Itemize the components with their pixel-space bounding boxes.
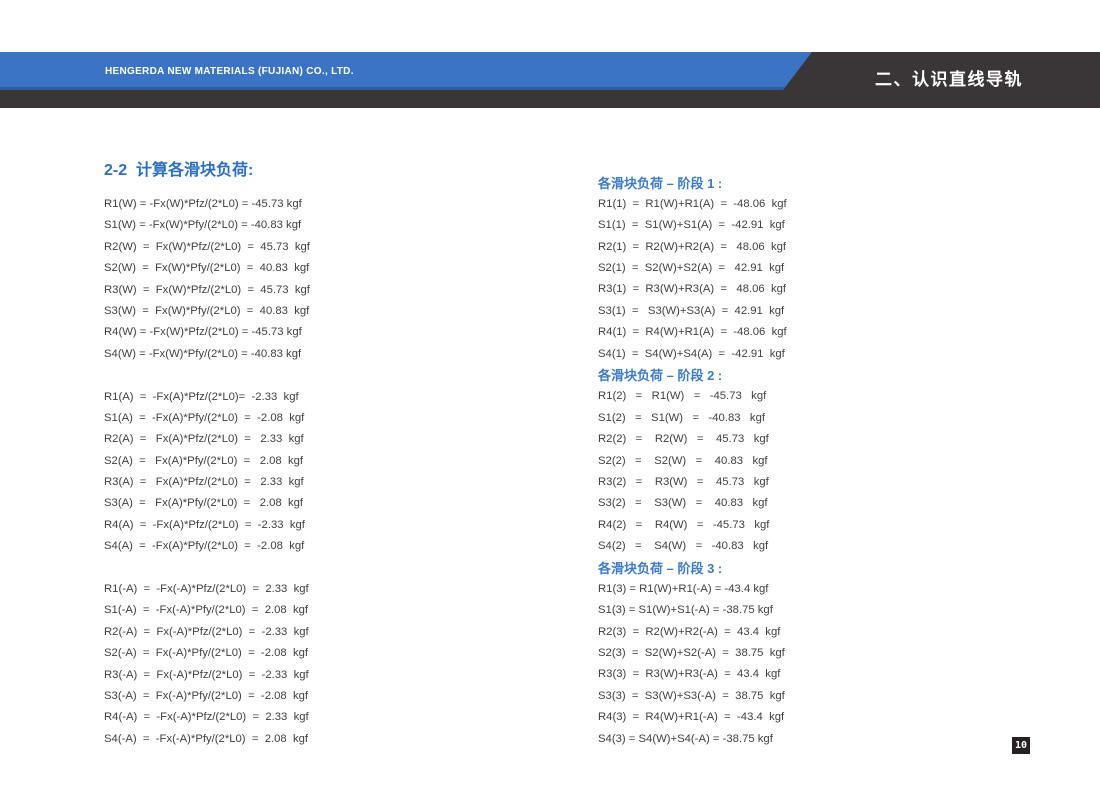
formula-block-neg-a: R1(-A) = -Fx(-A)*Pfz/(2*L0) = 2.33 kgfS1… [104, 579, 309, 750]
stage1-block: 各滑块负荷 – 阶段 1 : R1(1) = R1(W)+R1(A) = -48… [598, 173, 787, 366]
formula-line: S3(-A) = Fx(-A)*Pfy/(2*L0) = -2.08 kgf [104, 686, 309, 707]
company-banner: HENGERDA NEW MATERIALS (FUJIAN) CO., LTD… [0, 52, 812, 90]
formula-line: S2(2) = S2(W) = 40.83 kgf [598, 451, 769, 472]
formula-line: S1(W) = -Fx(W)*Pfy/(2*L0) = -40.83 kgf [104, 215, 310, 236]
formula-line: S1(A) = -Fx(A)*Pfy/(2*L0) = -2.08 kgf [104, 408, 305, 429]
stage2-block: 各滑块负荷 – 阶段 2 : R1(2) = R1(W) = -45.73 kg… [598, 365, 769, 558]
formula-block-a: R1(A) = -Fx(A)*Pfz/(2*L0)= -2.33 kgfS1(A… [104, 387, 305, 558]
formula-line: R1(1) = R1(W)+R1(A) = -48.06 kgf [598, 194, 787, 215]
formula-line: S1(3) = S1(W)+S1(-A) = -38.75 kgf [598, 600, 785, 621]
stage3-heading: 各滑块负荷 – 阶段 3 : [598, 558, 785, 579]
formula-line: R4(3) = R4(W)+R1(-A) = -43.4 kgf [598, 707, 785, 728]
formula-line: R4(1) = R4(W)+R1(A) = -48.06 kgf [598, 322, 787, 343]
formula-line: S2(A) = Fx(A)*Pfy/(2*L0) = 2.08 kgf [104, 451, 305, 472]
formula-line: R2(2) = R2(W) = 45.73 kgf [598, 429, 769, 450]
formula-line: S1(-A) = -Fx(-A)*Pfy/(2*L0) = 2.08 kgf [104, 600, 309, 621]
formula-line: R2(1) = R2(W)+R2(A) = 48.06 kgf [598, 237, 787, 258]
page-number-badge: 10 [1012, 737, 1030, 754]
formula-line: R2(3) = R2(W)+R2(-A) = 43.4 kgf [598, 622, 785, 643]
formula-line: S2(-A) = Fx(-A)*Pfy/(2*L0) = -2.08 kgf [104, 643, 309, 664]
formula-line: S1(2) = S1(W) = -40.83 kgf [598, 408, 769, 429]
stage3-lines: R1(3) = R1(W)+R1(-A) = -43.4 kgfS1(3) = … [598, 579, 785, 750]
formula-line: S3(W) = Fx(W)*Pfy/(2*L0) = 40.83 kgf [104, 301, 310, 322]
formula-line: S3(1) = S3(W)+S3(A) = 42.91 kgf [598, 301, 787, 322]
stage1-lines: R1(1) = R1(W)+R1(A) = -48.06 kgfS1(1) = … [598, 194, 787, 365]
formula-line: R2(-A) = Fx(-A)*Pfz/(2*L0) = -2.33 kgf [104, 622, 309, 643]
formula-line: R4(2) = R4(W) = -45.73 kgf [598, 515, 769, 536]
formula-line: S2(1) = S2(W)+S2(A) = 42.91 kgf [598, 258, 787, 279]
formula-line: S2(W) = Fx(W)*Pfy/(2*L0) = 40.83 kgf [104, 258, 310, 279]
stage1-heading: 各滑块负荷 – 阶段 1 : [598, 173, 787, 194]
formula-line: S4(2) = S4(W) = -40.83 kgf [598, 536, 769, 557]
formula-line: R2(W) = Fx(W)*Pfz/(2*L0) = 45.73 kgf [104, 237, 310, 258]
formula-line: S3(3) = S3(W)+S3(-A) = 38.75 kgf [598, 686, 785, 707]
formula-line: R2(A) = Fx(A)*Pfz/(2*L0) = 2.33 kgf [104, 429, 305, 450]
formula-line: R3(W) = Fx(W)*Pfz/(2*L0) = 45.73 kgf [104, 280, 310, 301]
formula-line: S1(1) = S1(W)+S1(A) = -42.91 kgf [598, 215, 787, 236]
formula-line: R4(W) = -Fx(W)*Pfz/(2*L0) = -45.73 kgf [104, 322, 310, 343]
slide-page: HENGERDA NEW MATERIALS (FUJIAN) CO., LTD… [0, 0, 1100, 802]
formula-line: S4(W) = -Fx(W)*Pfy/(2*L0) = -40.83 kgf [104, 344, 310, 365]
formula-line: R3(1) = R3(W)+R3(A) = 48.06 kgf [598, 279, 787, 300]
formula-line: R3(3) = R3(W)+R3(-A) = 43.4 kgf [598, 664, 785, 685]
formula-line: S3(A) = Fx(A)*Pfy/(2*L0) = 2.08 kgf [104, 493, 305, 514]
stage2-lines: R1(2) = R1(W) = -45.73 kgfS1(2) = S1(W) … [598, 386, 769, 557]
formula-line: R1(2) = R1(W) = -45.73 kgf [598, 386, 769, 407]
stage3-block: 各滑块负荷 – 阶段 3 : R1(3) = R1(W)+R1(-A) = -4… [598, 558, 785, 751]
formula-line: R4(A) = -Fx(A)*Pfz/(2*L0) = -2.33 kgf [104, 515, 305, 536]
formula-line: R3(-A) = Fx(-A)*Pfz/(2*L0) = -2.33 kgf [104, 665, 309, 686]
company-name: HENGERDA NEW MATERIALS (FUJIAN) CO., LTD… [0, 66, 354, 77]
formula-line: S3(2) = S3(W) = 40.83 kgf [598, 493, 769, 514]
section-title: 二、认识直线导轨 [875, 52, 1023, 108]
formula-line: R1(-A) = -Fx(-A)*Pfz/(2*L0) = 2.33 kgf [104, 579, 309, 600]
formula-line: R3(A) = Fx(A)*Pfz/(2*L0) = 2.33 kgf [104, 472, 305, 493]
formula-block-w: R1(W) = -Fx(W)*Pfz/(2*L0) = -45.73 kgfS1… [104, 194, 310, 365]
left-column-heading: 2-2 计算各滑块负荷: [104, 160, 253, 182]
formula-line: R1(3) = R1(W)+R1(-A) = -43.4 kgf [598, 579, 785, 600]
stage2-heading: 各滑块负荷 – 阶段 2 : [598, 365, 769, 386]
formula-line: R1(W) = -Fx(W)*Pfz/(2*L0) = -45.73 kgf [104, 194, 310, 215]
formula-line: R4(-A) = -Fx(-A)*Pfz/(2*L0) = 2.33 kgf [104, 707, 309, 728]
formula-line: R1(A) = -Fx(A)*Pfz/(2*L0)= -2.33 kgf [104, 387, 305, 408]
formula-line: R3(2) = R3(W) = 45.73 kgf [598, 472, 769, 493]
formula-line: S4(3) = S4(W)+S4(-A) = -38.75 kgf [598, 729, 785, 750]
formula-line: S2(3) = S2(W)+S2(-A) = 38.75 kgf [598, 643, 785, 664]
formula-line: S4(-A) = -Fx(-A)*Pfy/(2*L0) = 2.08 kgf [104, 729, 309, 750]
formula-line: S4(A) = -Fx(A)*Pfy/(2*L0) = -2.08 kgf [104, 536, 305, 557]
formula-line: S4(1) = S4(W)+S4(A) = -42.91 kgf [598, 344, 787, 365]
